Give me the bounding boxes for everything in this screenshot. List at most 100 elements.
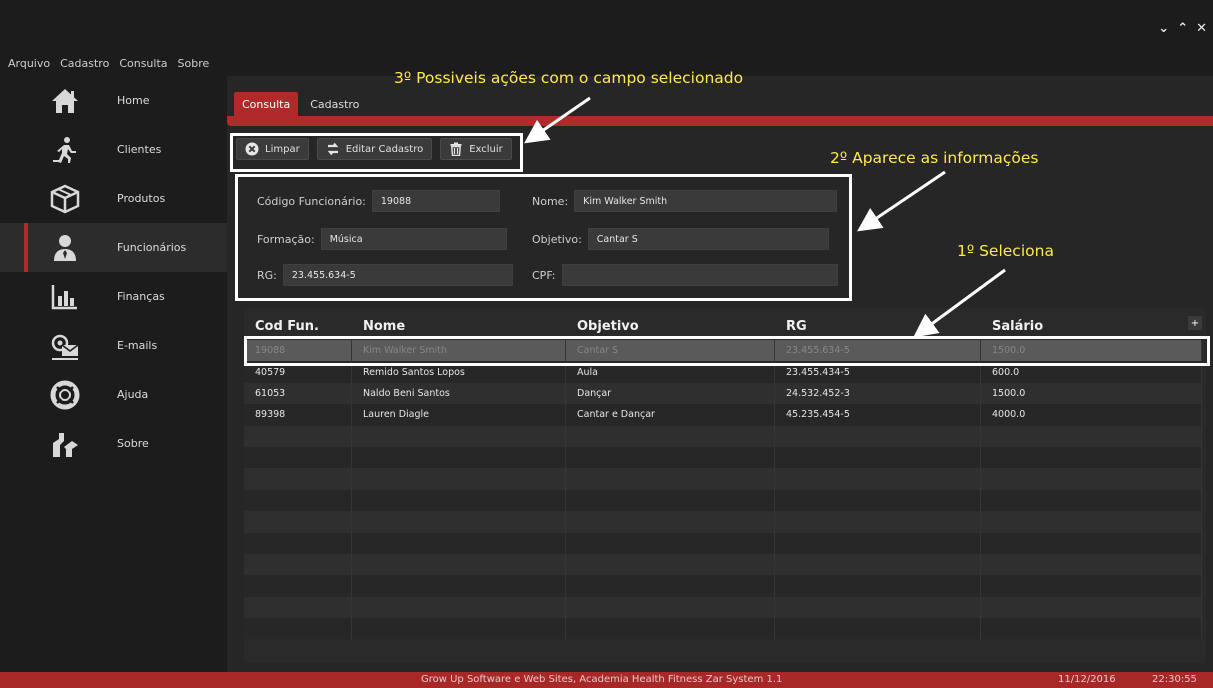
tab-cadastro[interactable]: Cadastro <box>302 92 367 116</box>
table-cell <box>981 425 1202 447</box>
bar-chart-icon <box>50 282 80 312</box>
table-row[interactable] <box>244 532 1202 554</box>
table-cell: Cantar e Dançar <box>566 404 775 426</box>
table-cell <box>244 446 352 469</box>
sidebar-item-label: Ajuda <box>117 388 149 401</box>
column-header[interactable]: Objetivo <box>566 308 775 338</box>
sidebar-item-label: Funcionários <box>117 241 187 254</box>
table-row[interactable] <box>244 618 1202 640</box>
table-cell <box>981 575 1202 597</box>
table-cell <box>566 553 775 576</box>
table-cell <box>775 596 981 619</box>
window-controls: ⌄ ⌃ ✕ <box>1158 22 1207 36</box>
sidebar-item-label: Finanças <box>117 290 165 303</box>
column-header[interactable]: RG <box>775 308 981 338</box>
table-row[interactable]: 61053 Naldo Beni Santos Dançar 24.532.452-3… <box>244 382 1202 405</box>
employee-icon <box>50 233 80 263</box>
table-cell <box>352 489 566 512</box>
table-cell <box>775 468 981 490</box>
table-cell <box>352 425 566 447</box>
sidebar-item-financas[interactable]: Finanças <box>0 272 227 321</box>
sidebar-item-label: E-mails <box>117 339 158 352</box>
table-cell <box>981 596 1202 619</box>
status-date: 11/12/2016 <box>1058 674 1116 685</box>
table-cell <box>352 532 566 554</box>
column-header[interactable]: Nome <box>352 308 566 338</box>
add-column-button[interactable]: + <box>1188 316 1202 330</box>
table-cell <box>244 532 352 554</box>
sidebar-item-clientes[interactable]: Clientes <box>0 125 227 174</box>
table-cell <box>981 511 1202 533</box>
tab-underline <box>227 116 1213 126</box>
table-cell <box>775 425 981 447</box>
table-cell <box>775 511 981 533</box>
table-cell: 4000.0 <box>981 404 1202 426</box>
table-body: 19088 Kim Walker Smith Cantar S 23.455.634-… <box>244 340 1202 640</box>
table-row[interactable] <box>244 511 1202 533</box>
table-cell <box>244 511 352 533</box>
table-row[interactable] <box>244 446 1202 469</box>
status-time: 22:30:55 <box>1152 674 1197 685</box>
table-cell <box>775 575 981 597</box>
menu-cadastro[interactable]: Cadastro <box>60 57 109 70</box>
sidebar-item-label: Sobre <box>117 437 149 450</box>
menu-arquivo[interactable]: Arquivo <box>8 57 50 70</box>
tab-consulta[interactable]: Consulta <box>234 92 299 116</box>
column-header[interactable]: Salário <box>981 308 1202 338</box>
sidebar-item-funcionarios[interactable]: Funcionários <box>0 223 227 272</box>
table-cell <box>566 511 775 533</box>
table-cell <box>244 596 352 619</box>
close-icon[interactable]: ✕ <box>1196 22 1207 36</box>
sidebar-item-emails[interactable]: E-mails <box>0 321 227 370</box>
status-bar: Grow Up Software e Web Sites, Academia H… <box>0 672 1213 688</box>
table-cell <box>352 618 566 640</box>
table-cell <box>981 446 1202 469</box>
sidebar: Home Clientes Produtos Funcionários Fina… <box>0 76 227 468</box>
annotation-box-actions <box>230 133 523 172</box>
column-header[interactable]: Cod Fun. <box>244 308 352 338</box>
table-cell <box>352 446 566 469</box>
table-cell <box>981 489 1202 512</box>
table-cell: Lauren Diagle <box>352 404 566 426</box>
table-cell <box>566 468 775 490</box>
table-cell: 24.532.452-3 <box>775 382 981 405</box>
annotation-step3: 3º Possiveis ações com o campo seleciona… <box>394 69 744 87</box>
table-row[interactable] <box>244 468 1202 490</box>
table-row[interactable] <box>244 575 1202 597</box>
table-cell <box>775 489 981 512</box>
table-cell <box>566 489 775 512</box>
table-cell <box>352 511 566 533</box>
sidebar-item-label: Home <box>117 94 150 107</box>
table-row[interactable]: 89398 Lauren Diagle Cantar e Dançar 45.235.… <box>244 404 1202 426</box>
puzzle-icon <box>50 429 80 459</box>
menu-sobre[interactable]: Sobre <box>178 57 210 70</box>
table-cell <box>981 468 1202 490</box>
table-row[interactable] <box>244 553 1202 576</box>
maximize-icon[interactable]: ⌃ <box>1177 22 1188 36</box>
table-cell <box>775 446 981 469</box>
table-cell <box>566 446 775 469</box>
sidebar-item-home[interactable]: Home <box>0 76 227 125</box>
table-cell: Naldo Beni Santos <box>352 382 566 405</box>
table-cell <box>352 553 566 576</box>
table-cell <box>244 553 352 576</box>
table-row[interactable] <box>244 425 1202 447</box>
table-cell: 61053 <box>244 382 352 405</box>
minimize-icon[interactable]: ⌄ <box>1158 22 1169 36</box>
email-icon <box>50 331 80 361</box>
table-cell <box>566 575 775 597</box>
table-row[interactable] <box>244 596 1202 619</box>
table-cell <box>352 575 566 597</box>
table-header: Cod Fun. Nome Objetivo RG Salário + <box>244 308 1206 338</box>
box-icon <box>50 184 80 214</box>
sidebar-item-produtos[interactable]: Produtos <box>0 174 227 223</box>
sidebar-item-ajuda[interactable]: Ajuda <box>0 370 227 419</box>
tab-bar: Consulta Cadastro <box>234 92 367 116</box>
table-cell: 45.235.454-5 <box>775 404 981 426</box>
menu-consulta[interactable]: Consulta <box>119 57 167 70</box>
sidebar-item-sobre[interactable]: Sobre <box>0 419 227 468</box>
table-row[interactable] <box>244 489 1202 512</box>
status-text: Grow Up Software e Web Sites, Academia H… <box>421 674 783 685</box>
sidebar-item-label: Produtos <box>117 192 166 205</box>
lifebuoy-icon <box>50 380 80 410</box>
